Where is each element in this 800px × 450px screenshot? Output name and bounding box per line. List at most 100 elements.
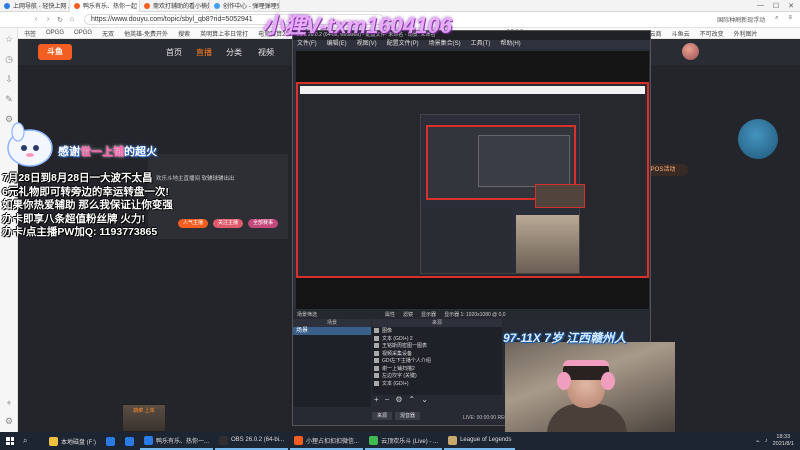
sources-header: 来源 <box>372 319 502 327</box>
bookmark-item[interactable]: 英明算上非日常打 <box>200 29 248 38</box>
app-icon <box>144 435 153 445</box>
browser-tab[interactable]: 上网导航 - 轻快上网 从这里开始 <box>0 0 70 12</box>
obs-menu-file[interactable]: 文件(F) <box>297 40 317 49</box>
bookmark-item[interactable]: 搜索 <box>178 29 190 38</box>
search-icon[interactable]: ⌕ <box>775 15 778 24</box>
app-icon <box>49 436 58 446</box>
windows-taskbar: ⌕ 本地磁盘 (F:) 鸭乐有乐、热你一... OBS 26.0.2 (64-bi.… <box>0 432 800 450</box>
tab-favicon-icon <box>144 2 150 9</box>
obs-menu-help[interactable]: 帮助(H) <box>500 40 520 49</box>
bookmark-item[interactable]: 外利图片 <box>734 29 758 38</box>
search-icon[interactable]: ⌕ <box>23 436 45 446</box>
app-icon <box>448 435 458 445</box>
filters-button[interactable]: 滤镜 <box>403 311 413 318</box>
move-down-icon[interactable]: ⌄ <box>421 395 428 404</box>
nav-home[interactable]: 首页 <box>166 47 182 58</box>
taskbar-app-label: 云顶欢乐斗 (Live) - ... <box>381 438 439 445</box>
taskbar-app-label: 鸭乐有乐、热你一... <box>156 438 210 445</box>
obs-menu-tools[interactable]: 工具(T) <box>471 40 491 49</box>
tab-sources[interactable]: 来源 <box>372 412 393 420</box>
reload-icon[interactable]: ↻ <box>54 16 66 24</box>
obs-menu-edit[interactable]: 编辑(E) <box>327 40 347 49</box>
nested-webcam <box>535 184 585 208</box>
taskbar-app-label: 小狸占扣扣扣微信... <box>306 438 360 445</box>
move-up-icon[interactable]: ⌃ <box>409 395 416 404</box>
source-item[interactable]: 文本 (GDI+) <box>372 380 502 388</box>
taskbar-app[interactable]: 小狸占扣扣扣微信... <box>290 432 364 450</box>
home-icon[interactable]: ⌂ <box>66 16 78 23</box>
tab-title: 上网导航 - 轻快上网 从这里开始 <box>13 4 69 10</box>
source-item[interactable]: GDI左下主播个人介绍 <box>372 357 502 365</box>
bookmark-item[interactable]: 不可改变 <box>700 29 724 38</box>
taskbar-app[interactable]: 鸭乐有乐、热你一... <box>140 432 214 450</box>
avatar[interactable] <box>682 43 699 60</box>
fish-mascot-icon <box>738 119 778 159</box>
properties-button[interactable]: 属性 <box>385 311 395 318</box>
bookmark-item[interactable]: OPGG <box>74 30 92 36</box>
taskbar-app[interactable]: 云顶欢乐斗 (Live) - ... <box>365 432 443 450</box>
windows-start-icon[interactable] <box>3 434 17 448</box>
taskbar-app[interactable]: 本地磁盘 (F:) <box>45 432 100 450</box>
bookmark-item[interactable]: 他英雄-免费开外 <box>124 29 168 38</box>
bookmark-item[interactable]: 书签 <box>24 29 36 38</box>
news-link[interactable]: 国际种刷新现浮动 <box>717 15 765 24</box>
clock-time: 18:33 <box>776 434 791 440</box>
note-icon[interactable]: ✎ <box>4 94 14 104</box>
download-icon[interactable]: ⇩ <box>4 74 14 84</box>
minimize-icon[interactable]: — <box>757 2 764 10</box>
tab-mixer[interactable]: 混音器 <box>395 412 421 420</box>
headset-band-icon <box>563 360 609 366</box>
back-icon[interactable]: ‹ <box>30 16 42 23</box>
forward-icon[interactable]: › <box>42 16 54 23</box>
headset-ear-icon <box>557 372 571 390</box>
obs-menu-view[interactable]: 视图(V) <box>357 40 377 49</box>
nav-video[interactable]: 视频 <box>258 47 274 58</box>
source-item[interactable]: 视频采集设备 <box>372 350 502 358</box>
taskbar-app[interactable] <box>102 432 119 450</box>
douyu-logo[interactable]: 斗鱼 <box>38 44 72 60</box>
source-item[interactable]: 文本 (GDI+) 2 <box>372 335 502 343</box>
bookmark-item[interactable]: 斗鱼云 <box>672 29 690 38</box>
browser-tab-active[interactable]: 鸭乐有乐、热你一起 - 斗鱼 每个人的× <box>70 0 140 12</box>
gear-icon[interactable]: ⚙ <box>395 395 402 404</box>
maximize-icon[interactable]: ☐ <box>773 2 779 10</box>
cover-thumbnail[interactable]: 蔬菜 上单 <box>122 404 166 432</box>
close-window-icon[interactable]: ✕ <box>788 2 794 10</box>
taskbar-app[interactable]: OBS 26.0.2 (64-bi... <box>215 432 289 450</box>
obs-source-toolbar: 场景筛选 属性 滤镜 显示器 显示器 1: 1920x1080 @ 0,0 <box>293 310 650 319</box>
clock[interactable]: 18:33 2021/8/1 <box>773 434 794 448</box>
remove-icon[interactable]: − <box>385 395 390 404</box>
nav-category[interactable]: 分类 <box>226 47 242 58</box>
nav-live[interactable]: 直播 <box>196 47 212 58</box>
add-icon[interactable]: + <box>4 398 14 408</box>
bookmark-item[interactable]: 无双 <box>102 29 114 38</box>
browser-tab[interactable]: 斋欢打辅助的看小楠处个人页面_斗鱼 <box>140 0 210 12</box>
obs-preview[interactable] <box>296 51 649 309</box>
menu-icon[interactable]: ≡ <box>788 15 792 24</box>
history-icon[interactable]: ◷ <box>4 54 14 64</box>
source-item[interactable]: 左边坎字 (关键) <box>372 372 502 380</box>
display-capture-source[interactable] <box>296 82 649 278</box>
obs-menu-scene-collection[interactable]: 场景集合(S) <box>429 40 461 49</box>
display-select[interactable]: 显示器 1: 1920x1080 @ 0,0 <box>444 311 506 318</box>
source-item[interactable]: 图像 <box>372 327 502 335</box>
volume-icon[interactable]: ♪ <box>765 438 768 444</box>
network-icon[interactable]: ⌁ <box>756 438 760 445</box>
tab-favicon-icon <box>4 2 10 9</box>
clock-date: 2021/8/1 <box>772 441 794 447</box>
source-item[interactable]: 王铭斯周密图一图表 <box>372 342 502 350</box>
obs-menu-profile[interactable]: 配置文件(P) <box>387 40 419 49</box>
app-icon <box>125 436 134 446</box>
scene-item[interactable]: 场景 <box>293 327 371 335</box>
add-icon[interactable]: + <box>374 395 379 404</box>
bookmark-item[interactable]: OPGG <box>46 30 64 36</box>
source-type-icon <box>374 328 379 334</box>
taskbar-app[interactable]: League of Legends <box>444 432 516 450</box>
settings-icon[interactable]: ⚙ <box>4 416 14 426</box>
room-button[interactable]: 全部赛事 <box>248 219 278 228</box>
star-icon[interactable]: ☆ <box>4 34 14 44</box>
taskbar-app[interactable] <box>121 432 138 450</box>
source-label: 谢一上铺扫描2 <box>382 365 415 372</box>
source-label: 文本 (GDI+) 2 <box>382 335 413 342</box>
source-item[interactable]: 谢一上铺扫描2 <box>372 365 502 373</box>
